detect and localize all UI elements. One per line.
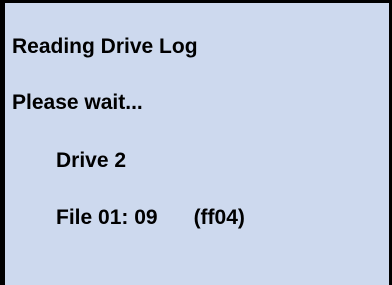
file-progress-line: File 01: 09 (ff04) (56, 207, 245, 228)
drive-label: Drive 2 (56, 149, 127, 172)
status-title: Reading Drive Log (12, 35, 198, 58)
file-progress-label: File 01: 09 (56, 206, 158, 229)
lcd-display-panel: Reading Drive Log Please wait... Drive 2… (0, 0, 392, 285)
wait-message: Please wait... (12, 91, 143, 114)
file-code: (ff04) (193, 206, 245, 229)
